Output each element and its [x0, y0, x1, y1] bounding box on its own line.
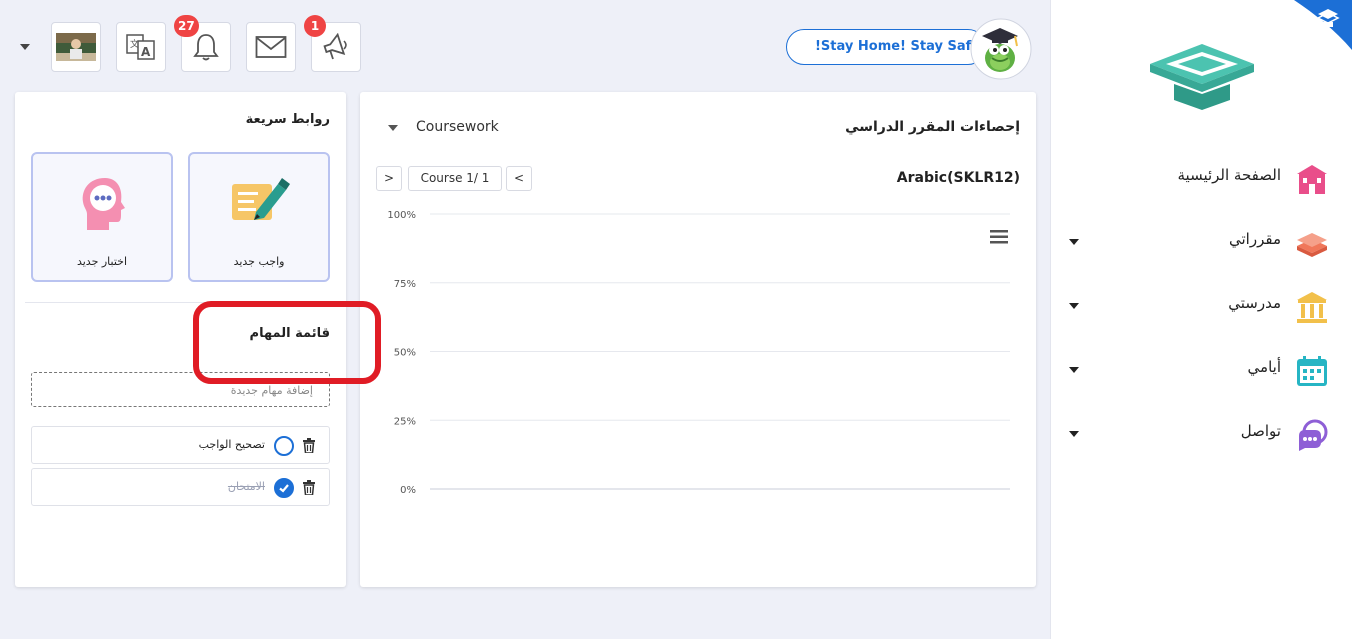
chevron-down-icon[interactable]	[1069, 239, 1079, 245]
notification-count-badge: 27	[174, 15, 199, 37]
task-checkbox-checked[interactable]	[274, 478, 294, 498]
sidebar-item-label: مقرراتي	[1229, 230, 1281, 248]
y-tick-label: 25%	[394, 416, 416, 427]
course-stats-card: إحصاءات المقرر الدراسي Coursework Arabic…	[360, 92, 1036, 587]
task-text: تصحيح الواجب	[198, 438, 265, 451]
sidebar-item-my-courses[interactable]: مقرراتي	[1051, 222, 1352, 262]
sidebar-item-communicate[interactable]: تواصل	[1051, 414, 1352, 454]
y-tick-label: 0%	[400, 485, 416, 496]
pager-next-button[interactable]: >	[376, 166, 402, 191]
course-stats-chart: 100% 75% 50% 25% 0%	[387, 210, 1010, 496]
megaphone-icon	[323, 33, 347, 60]
stay-safe-banner[interactable]: !Stay Home! Stay Safe	[786, 29, 986, 65]
y-tick-label: 100%	[387, 210, 416, 221]
sidebar: الصفحة الرئيسية مقرراتي مدرستي أيامي توا…	[1050, 0, 1352, 639]
chevron-down-icon[interactable]	[1069, 431, 1079, 437]
bell-icon	[193, 34, 219, 61]
announcement-count-badge: 1	[304, 15, 326, 37]
sidebar-item-label: تواصل	[1240, 422, 1281, 440]
profile-avatar-button[interactable]	[51, 22, 101, 72]
checkmark-icon	[279, 484, 289, 493]
trash-icon[interactable]	[302, 438, 316, 453]
svg-text:A: A	[141, 45, 151, 59]
profile-menu-caret-icon[interactable]	[20, 44, 30, 50]
notifications-button[interactable]: 27	[174, 15, 231, 72]
sidebar-item-label: مدرستي	[1228, 294, 1281, 312]
envelope-icon	[255, 36, 287, 58]
thinking-head-icon	[82, 178, 125, 230]
trash-icon[interactable]	[302, 480, 316, 495]
sidebar-item-home[interactable]: الصفحة الرئيسية	[1051, 158, 1352, 198]
calendar-icon	[1297, 356, 1327, 386]
quick-links-title: روابط سريعة	[245, 112, 330, 127]
y-tick-label: 50%	[394, 348, 416, 359]
pager-label: Course 1/ 1	[408, 166, 502, 191]
mascot-avatar	[970, 18, 1032, 80]
messages-button[interactable]	[246, 22, 296, 72]
task-item[interactable]: الامتحان	[31, 468, 330, 506]
task-checkbox[interactable]	[274, 436, 294, 456]
quick-link-label: واجب جديد	[233, 255, 285, 268]
school-logo[interactable]	[1146, 40, 1258, 112]
quick-link-label: اختبار جديد	[76, 255, 128, 268]
chevron-down-icon[interactable]	[1069, 303, 1079, 309]
school-icon	[1297, 165, 1327, 194]
avatar-thumbnail	[56, 33, 96, 61]
task-item[interactable]: تصحيح الواجب	[31, 426, 330, 464]
sidebar-item-label: الصفحة الرئيسية	[1177, 166, 1282, 184]
corner-logo-badge	[1294, 0, 1352, 50]
annotation-highlight-box	[193, 301, 381, 384]
y-tick-label: 75%	[394, 279, 416, 290]
chevron-down-icon[interactable]	[388, 125, 398, 131]
stats-type-select[interactable]: Coursework	[416, 119, 499, 135]
stats-title: إحصاءات المقرر الدراسي	[845, 119, 1020, 135]
books-icon	[1297, 233, 1327, 257]
sidebar-item-my-days[interactable]: أيامي	[1051, 350, 1352, 390]
translate-icon: A 文	[126, 34, 155, 60]
new-homework-button[interactable]: واجب جديد	[188, 152, 330, 282]
chevron-down-icon[interactable]	[1069, 367, 1079, 373]
sidebar-item-my-school[interactable]: مدرستي	[1051, 286, 1352, 326]
homework-pen-icon	[232, 178, 290, 220]
sidebar-item-label: أيامي	[1247, 358, 1281, 376]
new-quiz-button[interactable]: اختبار جديد	[31, 152, 173, 282]
task-text: الامتحان	[227, 480, 265, 493]
announcements-button[interactable]: 1	[304, 15, 361, 72]
chat-icon	[1299, 419, 1328, 451]
columns-building-icon	[1297, 292, 1327, 323]
pager-prev-button[interactable]: <	[506, 166, 532, 191]
course-name: Arabic(SKLR12)	[896, 170, 1020, 186]
svg-text:文: 文	[130, 38, 139, 50]
language-button[interactable]: A 文	[116, 22, 166, 72]
